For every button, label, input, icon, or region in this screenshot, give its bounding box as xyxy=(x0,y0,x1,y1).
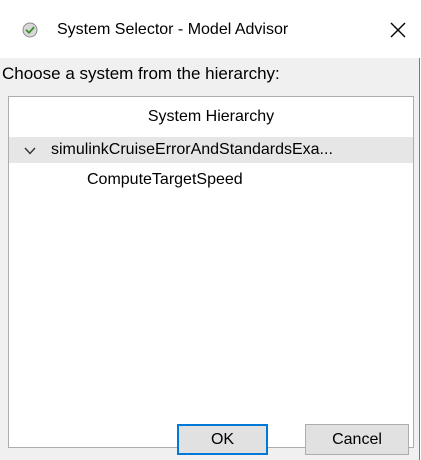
cancel-button[interactable]: Cancel xyxy=(305,424,409,455)
system-hierarchy-tree[interactable]: System Hierarchy simulinkCruiseErrorAndS… xyxy=(8,96,414,448)
tree-item-label: ComputeTargetSpeed xyxy=(87,171,243,188)
chevron-down-icon[interactable] xyxy=(23,144,37,156)
tree-item-child[interactable]: ComputeTargetSpeed xyxy=(9,167,413,193)
window-title: System Selector - Model Advisor xyxy=(57,21,289,38)
close-icon xyxy=(390,22,406,38)
tree-header: System Hierarchy xyxy=(147,108,275,125)
title-bar: System Selector - Model Advisor xyxy=(0,0,420,58)
tree-item-root[interactable]: simulinkCruiseErrorAndStandardsExa... xyxy=(9,137,413,163)
close-button[interactable] xyxy=(386,18,410,42)
prompt-label: Choose a system from the hierarchy: xyxy=(2,64,280,83)
tree-item-label: simulinkCruiseErrorAndStandardsExa... xyxy=(51,141,333,158)
check-circle-icon xyxy=(22,22,38,38)
system-selector-dialog: System Selector - Model Advisor Choose a… xyxy=(0,0,420,460)
ok-button[interactable]: OK xyxy=(177,424,268,455)
